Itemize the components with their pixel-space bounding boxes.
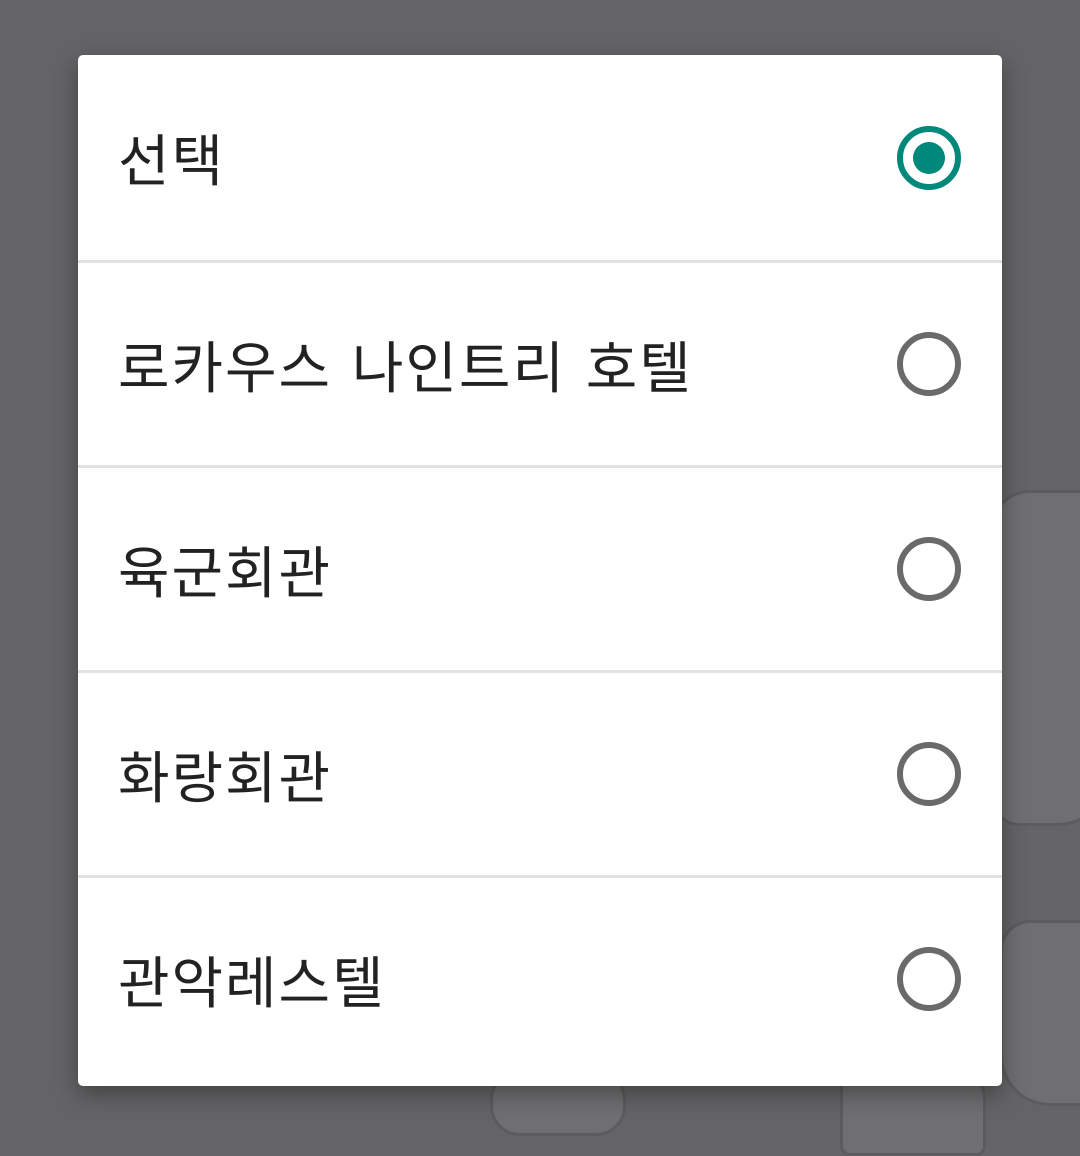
single-choice-dialog: 선택 로카우스 나인트리 호텔 육군회관 화랑회관 관악레스텔 (78, 55, 1002, 1086)
radio-dot (913, 141, 945, 174)
radio-button-unchecked-icon[interactable] (897, 742, 961, 806)
map-region-shape (990, 490, 1080, 826)
radio-button-unchecked-icon[interactable] (897, 947, 961, 1011)
radio-button-unchecked-icon[interactable] (897, 537, 961, 601)
radio-button-unchecked-icon[interactable] (897, 332, 961, 396)
option-item-army-hall[interactable]: 육군회관 (78, 465, 1002, 670)
option-item-hwarang-hall[interactable]: 화랑회관 (78, 670, 1002, 875)
option-label: 로카우스 나인트리 호텔 (118, 336, 693, 402)
option-label: 선택 (118, 130, 226, 195)
option-label: 육군회관 (118, 541, 333, 607)
option-item-gwanak-restel[interactable]: 관악레스텔 (78, 875, 1002, 1080)
radio-button-checked-icon[interactable] (897, 125, 961, 190)
option-item-select[interactable]: 선택 (78, 55, 1002, 260)
map-region-shape (1000, 920, 1080, 1106)
option-label: 관악레스텔 (118, 951, 386, 1017)
option-item-locaus-ninetree-hotel[interactable]: 로카우스 나인트리 호텔 (78, 260, 1002, 465)
option-label: 화랑회관 (118, 746, 333, 812)
